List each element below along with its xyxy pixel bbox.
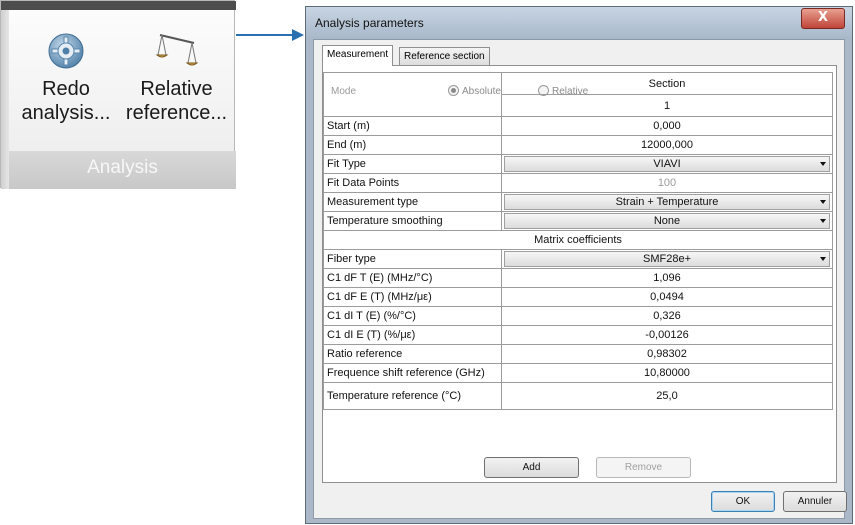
ribbon-analysis-group: Redo analysis... Relative reference... A…	[0, 0, 236, 189]
balance-scale-icon	[152, 31, 202, 71]
chevron-down-icon	[820, 219, 826, 223]
chevron-down-icon	[820, 257, 826, 261]
relative-reference-button[interactable]: Relative reference...	[119, 31, 234, 125]
measurement-type-value: Strain + Temperature	[615, 196, 719, 208]
table-row: Fit Type VIAVI	[323, 154, 833, 174]
relative-reference-label-line2: reference...	[125, 102, 228, 124]
close-icon: X	[817, 10, 829, 25]
table-row: Frequence shift reference (GHz) 10,80000	[323, 363, 833, 383]
end-value-cell[interactable]: 12000,000	[501, 135, 833, 155]
dialog-title-bar[interactable]: Analysis parameters X	[306, 7, 852, 39]
temperature-smoothing-cell: None	[501, 211, 833, 231]
ok-button[interactable]: OK	[711, 491, 775, 512]
parameters-table: Section 1 Start (m) 0,000 End (m) 12000,…	[323, 72, 833, 410]
measurement-type-dropdown[interactable]: Strain + Temperature	[504, 194, 830, 210]
row-label: Ratio reference	[323, 344, 502, 364]
fit-data-points-cell: 100	[501, 173, 833, 193]
close-button[interactable]: X	[801, 8, 845, 29]
section-column-header: Section	[501, 72, 833, 95]
ribbon-group-label: Analysis	[9, 151, 236, 189]
ribbon-separator	[1, 10, 9, 189]
remove-button[interactable]: Remove	[596, 457, 691, 478]
row-label: Frequence shift reference (GHz)	[323, 363, 502, 383]
redo-analysis-label-line2: analysis...	[21, 102, 111, 124]
table-row: Temperature smoothing None	[323, 211, 833, 231]
table-corner-cell	[323, 72, 502, 117]
frequency-shift-reference-cell[interactable]: 10,80000	[501, 363, 833, 383]
connector-arrow	[236, 29, 304, 41]
fit-type-cell: VIAVI	[501, 154, 833, 174]
table-row: Ratio reference 0,98302	[323, 344, 833, 364]
start-value-cell[interactable]: 0,000	[501, 116, 833, 136]
cancel-button[interactable]: Annuler	[783, 491, 847, 512]
relative-reference-label-line1: Relative	[140, 78, 213, 100]
fiber-type-cell: SMF28e+	[501, 249, 833, 269]
fit-type-value: VIAVI	[653, 158, 681, 170]
table-row: Start (m) 0,000	[323, 116, 833, 136]
tab-measurement[interactable]: Measurement	[322, 45, 394, 66]
row-label: Temperature reference (°C)	[323, 382, 502, 410]
row-label: C1 dF E (T) (MHz/με)	[323, 287, 502, 307]
tab-reference-section[interactable]: Reference section	[399, 47, 490, 66]
row-label: Start (m)	[323, 116, 502, 136]
row-label: C1 dI E (T) (%/με)	[323, 325, 502, 345]
coefficient-value-cell[interactable]: 0,326	[501, 306, 833, 326]
fit-type-dropdown[interactable]: VIAVI	[504, 156, 830, 172]
coefficient-value-cell[interactable]: -0,00126	[501, 325, 833, 345]
row-label: Fit Data Points	[323, 173, 502, 193]
table-row: C1 dF E (T) (MHz/με) 0,0494	[323, 287, 833, 307]
chevron-down-icon	[820, 162, 826, 166]
table-row: Temperature reference (°C) 25,0	[323, 382, 833, 410]
coefficient-value-cell[interactable]: 0,0494	[501, 287, 833, 307]
dialog-title: Analysis parameters	[315, 16, 424, 30]
ribbon-top-bar	[1, 1, 236, 10]
chevron-down-icon	[820, 200, 826, 204]
temperature-smoothing-dropdown[interactable]: None	[504, 213, 830, 229]
row-label: C1 dF T (E) (MHz/°C)	[323, 268, 502, 288]
ratio-reference-cell[interactable]: 0,98302	[501, 344, 833, 364]
row-label: End (m)	[323, 135, 502, 155]
fiber-type-dropdown[interactable]: SMF28e+	[504, 251, 830, 267]
gear-refresh-icon	[46, 31, 86, 71]
fiber-type-value: SMF28e+	[643, 253, 691, 265]
add-button[interactable]: Add	[484, 457, 579, 478]
row-label: C1 dI T (E) (%/°C)	[323, 306, 502, 326]
table-row: Fit Data Points 100	[323, 173, 833, 193]
redo-analysis-label-line1: Redo	[42, 78, 90, 100]
table-row: Fiber type SMF28e+	[323, 249, 833, 269]
table-row: C1 dI E (T) (%/με) -0,00126	[323, 325, 833, 345]
coefficient-value-cell[interactable]: 1,096	[501, 268, 833, 288]
redo-analysis-button[interactable]: Redo analysis...	[11, 31, 121, 125]
row-label: Measurement type	[323, 192, 502, 212]
temperature-reference-cell[interactable]: 25,0	[501, 382, 833, 410]
matrix-coefficients-header: Matrix coefficients	[323, 230, 833, 250]
table-row: C1 dF T (E) (MHz/°C) 1,096	[323, 268, 833, 288]
table-row: Measurement type Strain + Temperature	[323, 192, 833, 212]
row-label: Fiber type	[323, 249, 502, 269]
measurement-type-cell: Strain + Temperature	[501, 192, 833, 212]
table-row: End (m) 12000,000	[323, 135, 833, 155]
row-label: Fit Type	[323, 154, 502, 174]
temperature-smoothing-value: None	[653, 215, 681, 227]
analysis-parameters-dialog: Analysis parameters X Measurement Refere…	[305, 6, 853, 524]
row-label: Temperature smoothing	[323, 211, 502, 231]
section-number-header: 1	[501, 94, 833, 117]
table-row: C1 dI T (E) (%/°C) 0,326	[323, 306, 833, 326]
